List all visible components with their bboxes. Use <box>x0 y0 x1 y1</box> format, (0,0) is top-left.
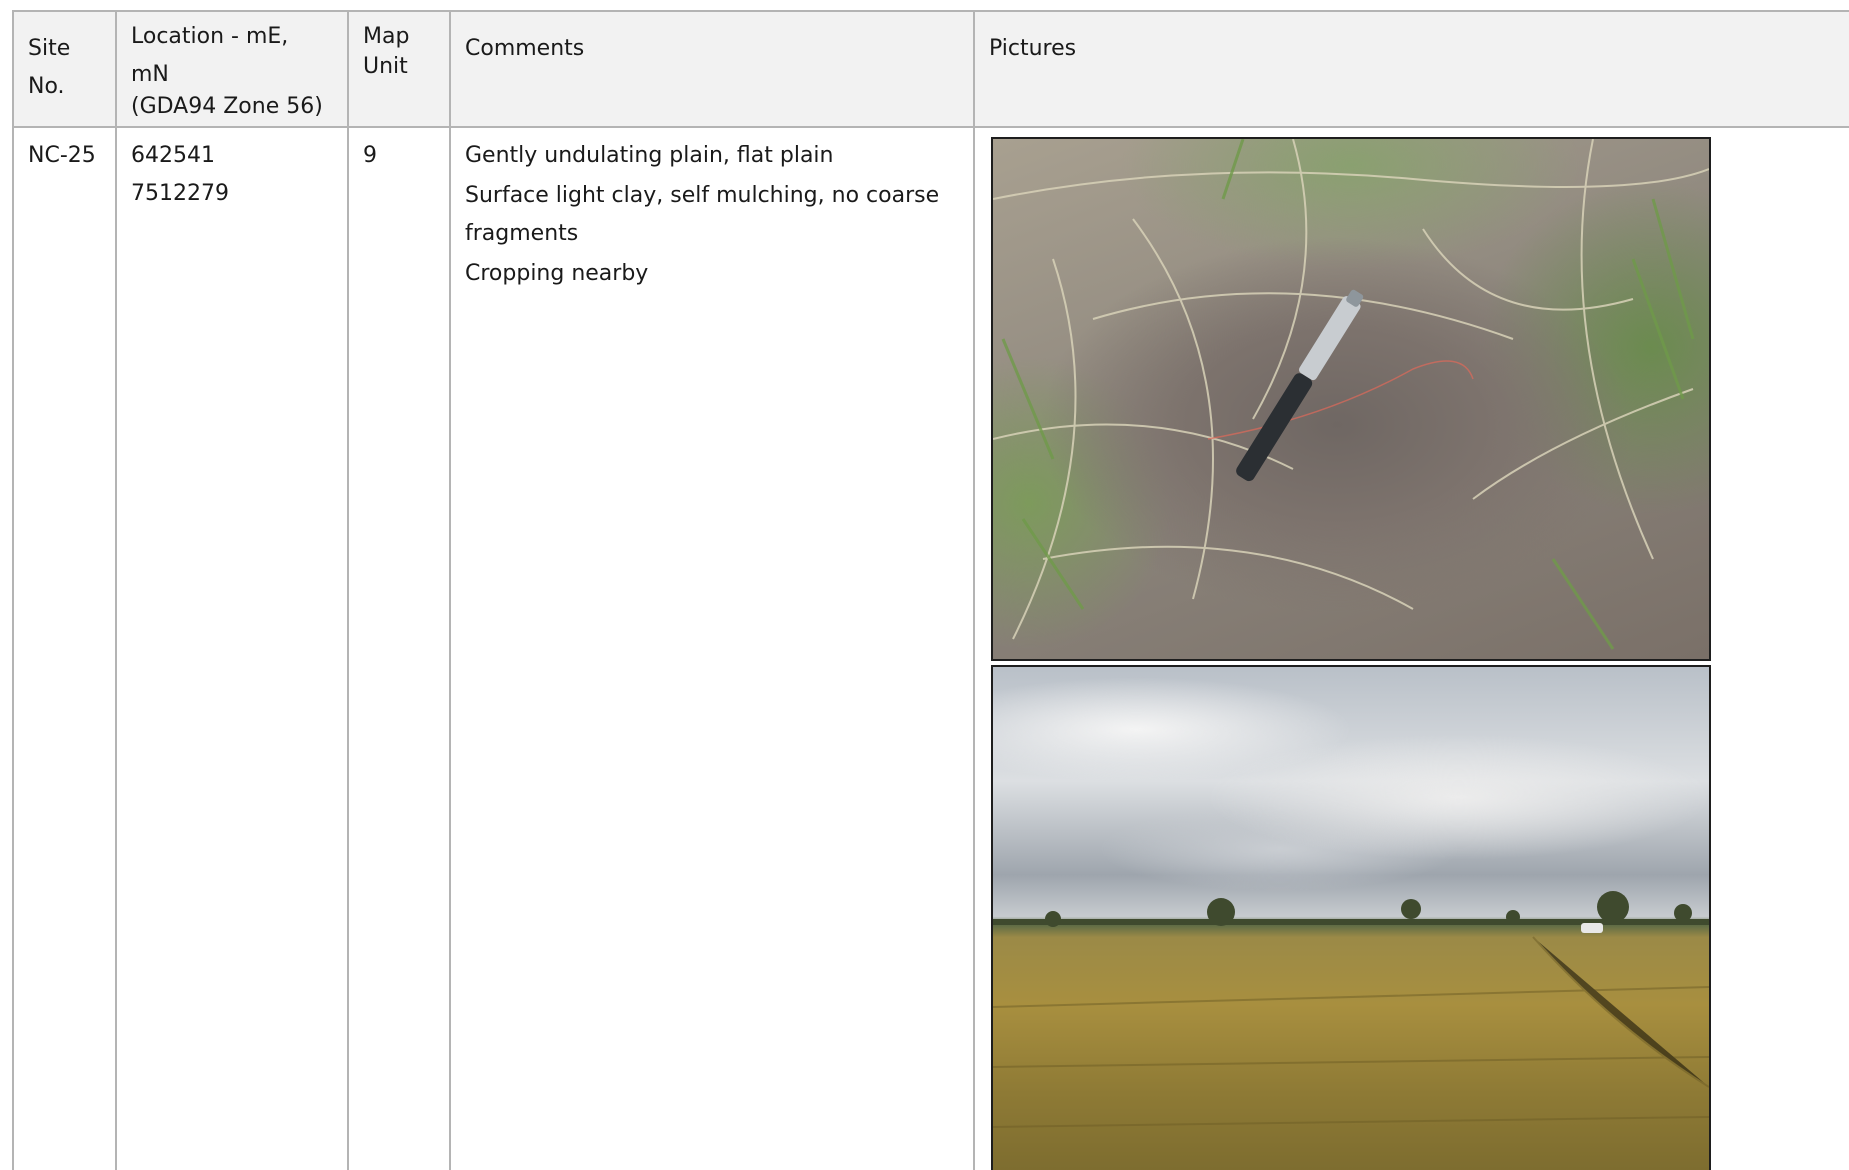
header-row: Site No. Location - mE, mN (GDA94 Zone 5… <box>12 10 1849 128</box>
landscape-photo <box>991 665 1711 1170</box>
cell-comments: Gently undulating plain, flat plain Surf… <box>449 126 975 1170</box>
header-map-unit-line2: Unit <box>363 54 408 79</box>
soil-surface-illustration <box>992 138 1710 650</box>
comment-line: Cropping nearby <box>465 261 649 286</box>
header-comments-label: Comments <box>465 36 585 61</box>
comment-line: Surface light clay, self mulching, no co… <box>465 183 940 246</box>
header-location-label: Location - mE, mN <box>131 24 289 87</box>
table-row: NC-25 642541 7512279 9 Gently undulating… <box>12 126 1849 1170</box>
cell-site-no: NC-25 <box>12 126 117 1170</box>
header-location: Location - mE, mN (GDA94 Zone 56) <box>115 10 349 128</box>
northing-value: 7512279 <box>131 181 229 206</box>
landscape-illustration <box>992 891 1710 1128</box>
easting-value: 642541 <box>131 143 215 168</box>
cell-pictures <box>973 126 1849 1170</box>
soil-surface-photo <box>991 137 1711 661</box>
comment-line: Gently undulating plain, flat plain <box>465 143 834 168</box>
header-location-datum: (GDA94 Zone 56) <box>131 94 323 119</box>
site-description-table: Site No. Location - mE, mN (GDA94 Zone 5… <box>12 10 1849 1170</box>
site-table-container: Site No. Location - mE, mN (GDA94 Zone 5… <box>12 10 1849 1170</box>
header-comments: Comments <box>449 10 975 128</box>
header-site-no-label: Site No. <box>28 36 71 99</box>
site-no-value: NC-25 <box>28 143 96 168</box>
vehicle-shape <box>1581 923 1603 933</box>
cell-location: 642541 7512279 <box>115 126 349 1170</box>
header-pictures-label: Pictures <box>989 36 1077 61</box>
header-pictures: Pictures <box>973 10 1849 128</box>
header-map-unit: Map Unit <box>347 10 451 128</box>
cell-map-unit: 9 <box>347 126 451 1170</box>
map-unit-value: 9 <box>363 143 377 168</box>
header-site-no: Site No. <box>12 10 117 128</box>
